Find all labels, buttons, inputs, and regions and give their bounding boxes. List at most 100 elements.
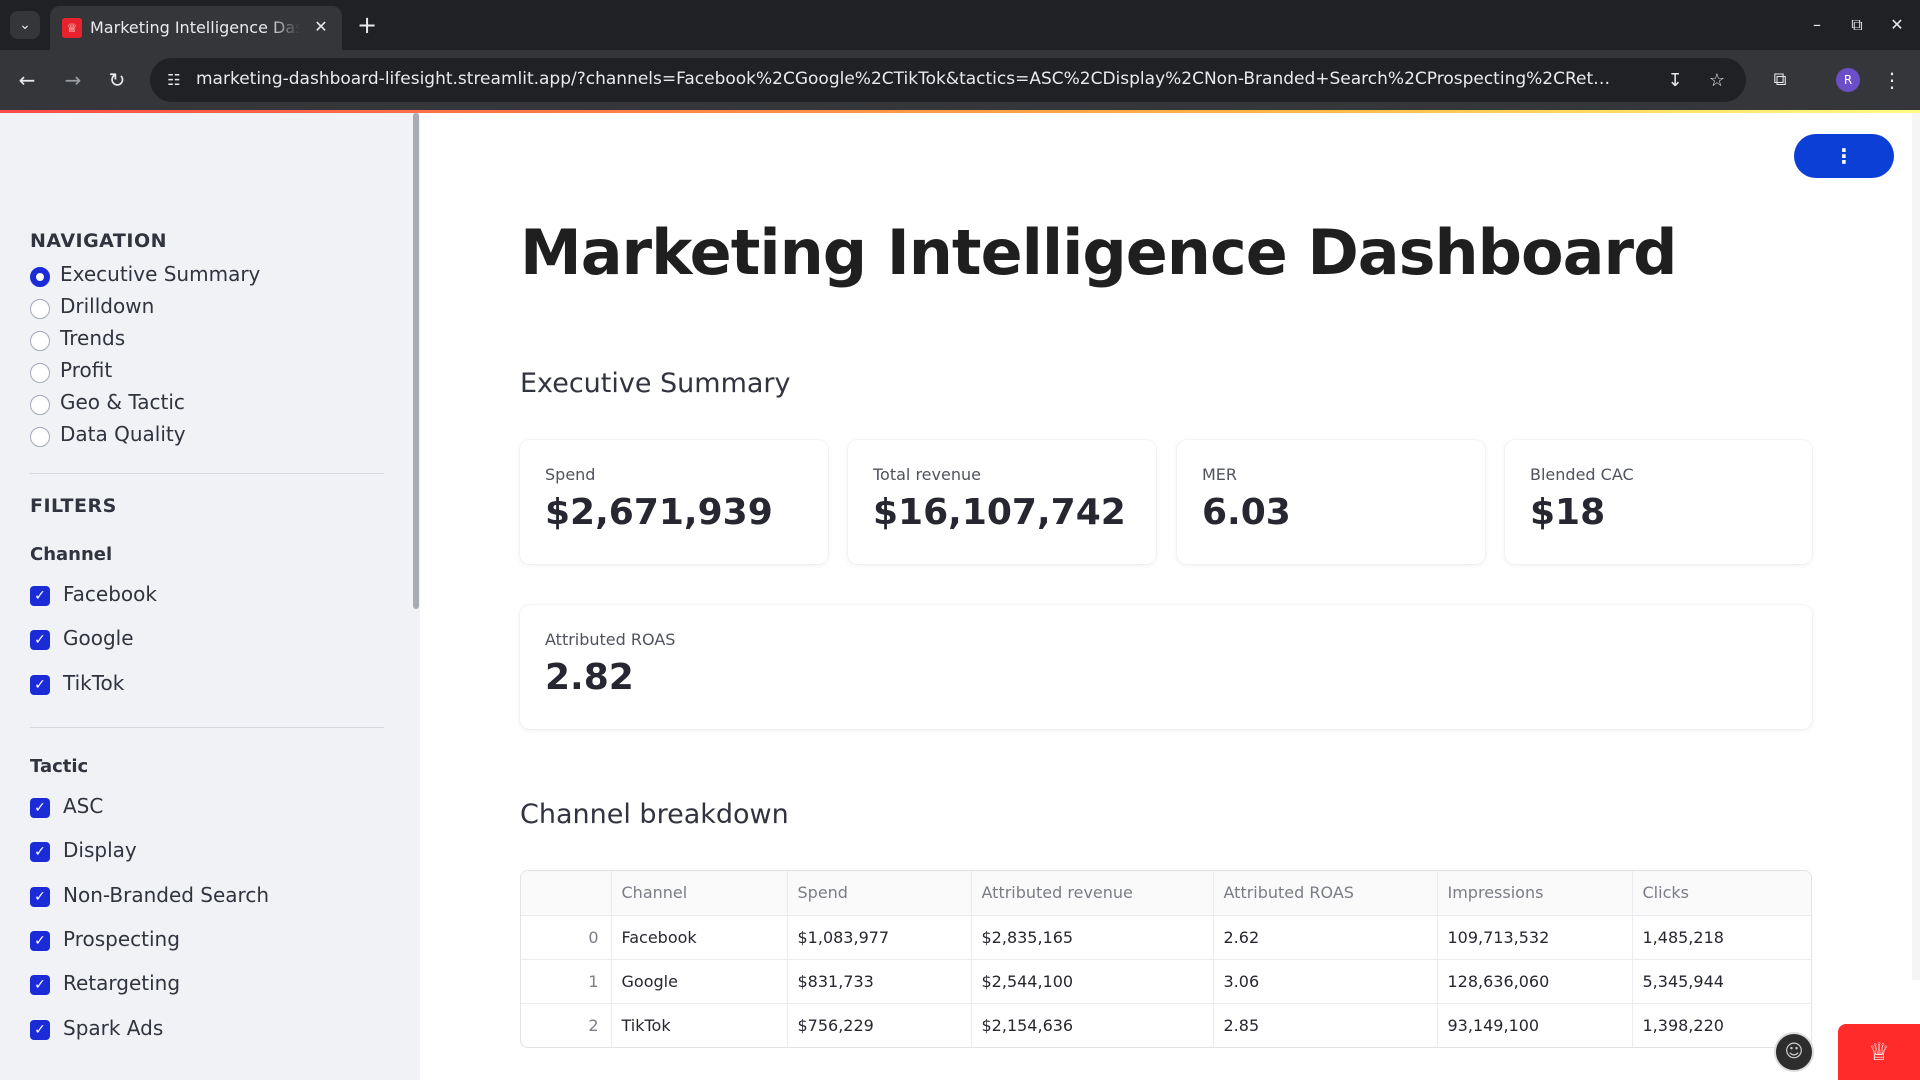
close-icon[interactable]: ✕ (310, 16, 332, 38)
chevron-down-icon[interactable]: ⌄ (10, 11, 40, 39)
main-menu-button[interactable]: ⋮ (1794, 134, 1894, 178)
arrow-left-icon[interactable]: ← (12, 65, 42, 95)
nav-radio-label: Drilldown (60, 294, 155, 318)
metric-value: 2.82 (545, 657, 634, 698)
browser-tab-bar: ⌄ ♕ Marketing Intelligence Dashboard ✕ +… (0, 0, 1920, 50)
column-header-clicks[interactable]: Clicks (1632, 871, 1811, 916)
check-icon[interactable]: ✓ (30, 798, 50, 818)
metric-card-attributed-roas: Attributed ROAS 2.82 (520, 605, 1812, 729)
column-header-index[interactable] (521, 871, 612, 916)
metric-card-blended-cac: Blended CAC $18 (1505, 440, 1812, 564)
check-icon[interactable]: ✓ (30, 842, 50, 862)
arrow-right-icon[interactable]: → (58, 65, 88, 95)
sidebar: NAVIGATION Executive Summary Drilldown T… (0, 113, 420, 1080)
table-cell[interactable]: 2.62 (1213, 915, 1438, 960)
table-cell[interactable]: $831,733 (787, 959, 972, 1004)
restore-icon[interactable]: ⧉ (1842, 10, 1872, 40)
table-cell[interactable]: $2,154,636 (971, 1003, 1214, 1047)
radio-dot[interactable] (30, 299, 50, 319)
table-row: 0 Facebook $1,083,977 $2,835,165 2.62 10… (521, 915, 1811, 960)
check-icon[interactable]: ✓ (30, 630, 50, 650)
tune-icon[interactable]: ☷ (162, 68, 186, 92)
streamlit-crown-icon: ♕ (62, 18, 82, 38)
navigation-heading: NAVIGATION (30, 230, 167, 252)
metric-value: $18 (1530, 492, 1606, 533)
checkbox-label: Non-Branded Search (63, 883, 270, 907)
install-icon[interactable]: ↧ (1662, 68, 1688, 94)
table-cell[interactable]: 128,636,060 (1437, 959, 1633, 1004)
radio-dot[interactable] (30, 395, 50, 415)
table-cell[interactable]: $2,544,100 (971, 959, 1214, 1004)
radio-dot[interactable] (30, 331, 50, 351)
table-cell-index[interactable]: 2 (521, 1003, 612, 1047)
metric-card-total-revenue: Total revenue $16,107,742 (848, 440, 1156, 564)
page-title: Marketing Intelligence Dashboard (520, 216, 1677, 289)
table-cell[interactable]: Facebook (611, 915, 788, 960)
nav-radio-label: Executive Summary (60, 262, 261, 286)
checkbox-label: Spark Ads (63, 1016, 164, 1040)
metric-label: Blended CAC (1530, 465, 1634, 484)
main-scrollbar[interactable] (1912, 113, 1920, 980)
table-cell[interactable]: Google (611, 959, 788, 1004)
table-cell[interactable]: $1,083,977 (787, 915, 972, 960)
check-icon[interactable]: ✓ (30, 1020, 50, 1040)
check-icon[interactable]: ✓ (30, 675, 50, 695)
table-cell[interactable]: 93,149,100 (1437, 1003, 1633, 1047)
radio-dot[interactable] (30, 363, 50, 383)
table-cell-index[interactable]: 0 (521, 915, 612, 960)
table-cell[interactable]: $2,835,165 (971, 915, 1214, 960)
window-close-icon[interactable]: ✕ (1882, 10, 1912, 40)
metric-label: Total revenue (873, 465, 981, 484)
metric-label: MER (1202, 465, 1238, 484)
table-cell[interactable]: 2.85 (1213, 1003, 1438, 1047)
channel-breakdown-table[interactable]: Channel Spend Attributed revenue Attribu… (520, 870, 1812, 1048)
checkbox-label: ASC (63, 794, 104, 818)
check-icon[interactable]: ✓ (30, 887, 50, 907)
checkbox-label: Facebook (63, 582, 157, 606)
metric-card-spend: Spend $2,671,939 (520, 440, 828, 564)
check-icon[interactable]: ✓ (30, 586, 50, 606)
table-cell-index[interactable]: 1 (521, 959, 612, 1004)
table-cell[interactable]: TikTok (611, 1003, 788, 1047)
column-header-impressions[interactable]: Impressions (1437, 871, 1633, 916)
kebab-icon[interactable]: ⋮ (1878, 66, 1906, 94)
column-header-attributed-roas[interactable]: Attributed ROAS (1213, 871, 1438, 916)
nav-radio-label: Profit (60, 358, 113, 382)
streamlit-crown-icon[interactable]: ♕ (1838, 1024, 1920, 1080)
profile-avatar[interactable]: R (1836, 68, 1860, 92)
filters-heading: FILTERS (30, 495, 117, 517)
checkbox-label: Display (63, 838, 137, 862)
table-cell[interactable]: $756,229 (787, 1003, 972, 1047)
column-header-spend[interactable]: Spend (787, 871, 972, 916)
puzzle-icon[interactable]: ⧉ (1766, 66, 1794, 94)
sidebar-scrollbar[interactable] (413, 113, 419, 609)
metric-card-mer: MER 6.03 (1177, 440, 1485, 564)
metric-label: Attributed ROAS (545, 630, 676, 649)
plus-icon[interactable]: + (352, 10, 382, 40)
browser-tab[interactable]: ♕ Marketing Intelligence Dashboard ✕ (50, 6, 342, 50)
sidebar-divider (30, 473, 384, 474)
radio-dot[interactable] (30, 267, 50, 287)
column-header-channel[interactable]: Channel (611, 871, 788, 916)
metric-value: $2,671,939 (545, 492, 773, 533)
column-header-attributed-revenue[interactable]: Attributed revenue (971, 871, 1214, 916)
nav-radio-label: Geo & Tactic (60, 390, 185, 414)
metric-value: 6.03 (1202, 492, 1291, 533)
table-cell[interactable]: 5,345,944 (1632, 959, 1811, 1004)
table-cell[interactable]: 1,485,218 (1632, 915, 1811, 960)
star-icon[interactable]: ☆ (1704, 68, 1730, 94)
check-icon[interactable]: ✓ (30, 975, 50, 995)
user-avatar[interactable]: ☺ (1774, 1032, 1814, 1072)
minimize-icon[interactable]: – (1802, 10, 1832, 40)
tactic-filter-label: Tactic (30, 756, 89, 777)
tab-title: Marketing Intelligence Dashboard (90, 18, 300, 37)
radio-dot[interactable] (30, 427, 50, 447)
url-text[interactable]: marketing-dashboard-lifesight.streamlit.… (196, 69, 1616, 93)
checkbox-label: Retargeting (63, 971, 181, 995)
table-cell[interactable]: 3.06 (1213, 959, 1438, 1004)
address-bar[interactable]: ☷ marketing-dashboard-lifesight.streamli… (150, 58, 1746, 102)
channel-filter-label: Channel (30, 544, 113, 565)
reload-icon[interactable]: ↻ (102, 65, 132, 95)
check-icon[interactable]: ✓ (30, 931, 50, 951)
table-cell[interactable]: 109,713,532 (1437, 915, 1633, 960)
